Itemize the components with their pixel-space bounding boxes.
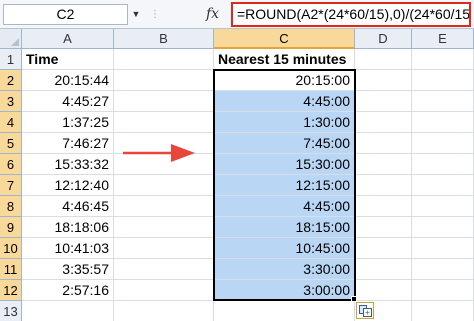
cell-d12[interactable] bbox=[355, 280, 412, 301]
cell-e9[interactable] bbox=[412, 217, 474, 238]
cell-c6[interactable]: 15:30:00 bbox=[214, 154, 355, 175]
cell-d8[interactable] bbox=[355, 196, 412, 217]
paste-page-icon: + bbox=[363, 308, 372, 317]
cell-b12[interactable] bbox=[114, 280, 214, 301]
cell-b2[interactable] bbox=[114, 70, 214, 91]
insert-function-icon[interactable]: fx bbox=[206, 4, 226, 25]
cell-d6[interactable] bbox=[355, 154, 412, 175]
cell-a9[interactable]: 18:18:06 bbox=[22, 217, 114, 238]
row-header-5[interactable]: 5 bbox=[0, 133, 22, 154]
paste-options-button[interactable]: + bbox=[356, 302, 374, 319]
row-header-8[interactable]: 8 bbox=[0, 196, 22, 217]
cell-d11[interactable] bbox=[355, 259, 412, 280]
cell-a13[interactable] bbox=[22, 301, 114, 321]
cell-d10[interactable] bbox=[355, 238, 412, 259]
cell-c7[interactable]: 12:15:00 bbox=[214, 175, 355, 196]
red-arrow-icon bbox=[123, 144, 195, 162]
formula-bar: C2 ▼ ⋮ fx =ROUND(A2*(24*60/15),0)/(24*60… bbox=[0, 0, 474, 29]
cell-e2[interactable] bbox=[412, 70, 474, 91]
cell-e3[interactable] bbox=[412, 91, 474, 112]
cell-d3[interactable] bbox=[355, 91, 412, 112]
column-header-a[interactable]: A bbox=[22, 29, 114, 49]
cell-c12[interactable]: 3:00:00 bbox=[214, 280, 355, 301]
cell-d4[interactable] bbox=[355, 112, 412, 133]
row-header-13[interactable]: 13 bbox=[0, 301, 22, 321]
cell-a8[interactable]: 4:46:45 bbox=[22, 196, 114, 217]
cell-c4[interactable]: 1:30:00 bbox=[214, 112, 355, 133]
formula-input[interactable]: =ROUND(A2*(24*60/15),0)/(24*60/15) bbox=[231, 2, 471, 27]
cell-a1[interactable]: Time bbox=[22, 49, 114, 70]
cell-b7[interactable] bbox=[114, 175, 214, 196]
cell-b8[interactable] bbox=[114, 196, 214, 217]
cell-a6[interactable]: 15:33:32 bbox=[22, 154, 114, 175]
cell-b9[interactable] bbox=[114, 217, 214, 238]
column-header-b[interactable]: B bbox=[114, 29, 214, 49]
cell-b11[interactable] bbox=[114, 259, 214, 280]
name-box[interactable]: C2 bbox=[3, 4, 128, 25]
cell-b1[interactable] bbox=[114, 49, 214, 70]
cell-c5[interactable]: 7:45:00 bbox=[214, 133, 355, 154]
cell-e10[interactable] bbox=[412, 238, 474, 259]
row-header-12[interactable]: 12 bbox=[0, 280, 22, 301]
cell-d5[interactable] bbox=[355, 133, 412, 154]
cell-d1[interactable] bbox=[355, 49, 412, 70]
cell-e8[interactable] bbox=[412, 196, 474, 217]
cell-b3[interactable] bbox=[114, 91, 214, 112]
cell-d7[interactable] bbox=[355, 175, 412, 196]
row-header-1[interactable]: 1 bbox=[0, 49, 22, 70]
cell-b4[interactable] bbox=[114, 112, 214, 133]
cell-a12[interactable]: 2:57:16 bbox=[22, 280, 114, 301]
cell-e7[interactable] bbox=[412, 175, 474, 196]
cell-a7[interactable]: 12:12:40 bbox=[22, 175, 114, 196]
cell-e12[interactable] bbox=[412, 280, 474, 301]
row-header-7[interactable]: 7 bbox=[0, 175, 22, 196]
cell-a5[interactable]: 7:46:27 bbox=[22, 133, 114, 154]
cell-b13[interactable] bbox=[114, 301, 214, 321]
cell-e4[interactable] bbox=[412, 112, 474, 133]
cell-c11[interactable]: 3:30:00 bbox=[214, 259, 355, 280]
cell-a11[interactable]: 3:35:57 bbox=[22, 259, 114, 280]
cell-c13[interactable] bbox=[214, 301, 355, 321]
row-header-3[interactable]: 3 bbox=[0, 91, 22, 112]
cell-c8[interactable]: 4:45:00 bbox=[214, 196, 355, 217]
cell-c3[interactable]: 4:45:00 bbox=[214, 91, 355, 112]
cell-e13[interactable] bbox=[412, 301, 474, 321]
column-header-d[interactable]: D bbox=[355, 29, 412, 49]
cell-e11[interactable] bbox=[412, 259, 474, 280]
formula-bar-separator: ⋮ bbox=[150, 9, 160, 20]
cell-a10[interactable]: 10:41:03 bbox=[22, 238, 114, 259]
cell-d9[interactable] bbox=[355, 217, 412, 238]
cell-c2[interactable]: 20:15:00 bbox=[214, 70, 355, 91]
select-all-corner[interactable] bbox=[0, 29, 22, 49]
cell-e6[interactable] bbox=[412, 154, 474, 175]
cell-c10[interactable]: 10:45:00 bbox=[214, 238, 355, 259]
cell-c9[interactable]: 18:15:00 bbox=[214, 217, 355, 238]
row-header-6[interactable]: 6 bbox=[0, 154, 22, 175]
cell-e1[interactable] bbox=[412, 49, 474, 70]
name-box-dropdown-icon[interactable]: ▼ bbox=[129, 4, 143, 25]
cell-a2[interactable]: 20:15:44 bbox=[22, 70, 114, 91]
cell-e5[interactable] bbox=[412, 133, 474, 154]
select-all-triangle-icon bbox=[11, 38, 19, 46]
cell-d2[interactable] bbox=[355, 70, 412, 91]
cell-c1[interactable]: Nearest 15 minutes bbox=[214, 49, 355, 70]
column-header-c[interactable]: C bbox=[214, 29, 355, 49]
cell-a3[interactable]: 4:45:27 bbox=[22, 91, 114, 112]
column-header-e[interactable]: E bbox=[412, 29, 474, 49]
cell-b10[interactable] bbox=[114, 238, 214, 259]
row-header-9[interactable]: 9 bbox=[0, 217, 22, 238]
row-header-4[interactable]: 4 bbox=[0, 112, 22, 133]
row-header-11[interactable]: 11 bbox=[0, 259, 22, 280]
row-header-10[interactable]: 10 bbox=[0, 238, 22, 259]
cell-a4[interactable]: 1:37:25 bbox=[22, 112, 114, 133]
row-header-2[interactable]: 2 bbox=[0, 70, 22, 91]
